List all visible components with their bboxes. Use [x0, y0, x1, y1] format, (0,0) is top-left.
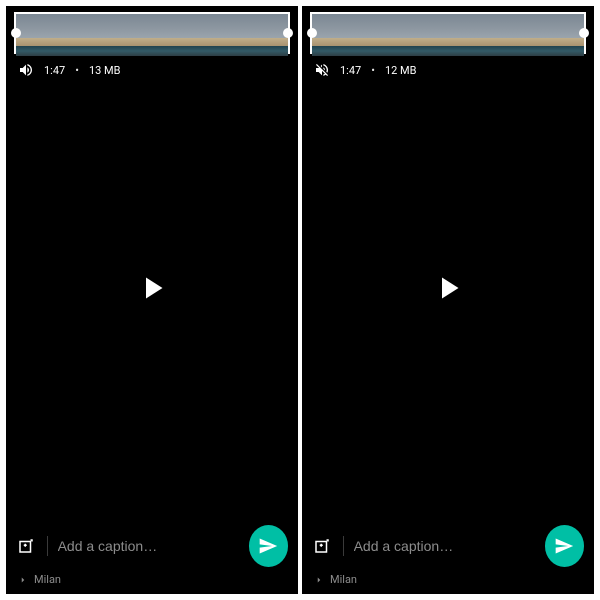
video-trim-timeline[interactable]	[14, 12, 290, 54]
chevron-right-icon	[18, 575, 28, 585]
divider	[343, 536, 344, 556]
video-send-editor: 1:47 • 13 MB Milan	[6, 6, 298, 594]
separator-dot: •	[75, 64, 79, 77]
separator-dot: •	[371, 64, 375, 77]
caption-input[interactable]	[58, 538, 239, 554]
video-filesize: 12 MB	[385, 64, 417, 77]
trim-handle-end[interactable]	[579, 28, 589, 38]
play-button[interactable]	[430, 270, 466, 306]
add-media-button[interactable]	[312, 535, 333, 557]
sound-off-icon[interactable]	[314, 62, 330, 78]
bottom-bar: Milan	[302, 517, 594, 594]
video-trim-timeline[interactable]	[310, 12, 586, 54]
bottom-bar: Milan	[6, 517, 298, 594]
play-button[interactable]	[134, 270, 170, 306]
video-duration: 1:47	[44, 64, 65, 77]
trim-handle-end[interactable]	[283, 28, 293, 38]
recipient-row[interactable]: Milan	[312, 573, 584, 586]
add-media-button[interactable]	[16, 535, 37, 557]
sound-on-icon[interactable]	[18, 62, 34, 78]
recipient-name: Milan	[34, 573, 61, 586]
trim-handle-start[interactable]	[307, 28, 317, 38]
recipient-name: Milan	[330, 573, 357, 586]
send-button[interactable]	[545, 525, 584, 567]
divider	[47, 536, 48, 556]
video-duration: 1:47	[340, 64, 361, 77]
video-send-editor: 1:47 • 12 MB Milan	[302, 6, 594, 594]
send-button[interactable]	[249, 525, 288, 567]
trim-handle-start[interactable]	[11, 28, 21, 38]
video-info-row: 1:47 • 13 MB	[18, 62, 121, 78]
chevron-right-icon	[314, 575, 324, 585]
video-filesize: 13 MB	[89, 64, 121, 77]
caption-input[interactable]	[354, 538, 535, 554]
recipient-row[interactable]: Milan	[16, 573, 288, 586]
video-info-row: 1:47 • 12 MB	[314, 62, 417, 78]
